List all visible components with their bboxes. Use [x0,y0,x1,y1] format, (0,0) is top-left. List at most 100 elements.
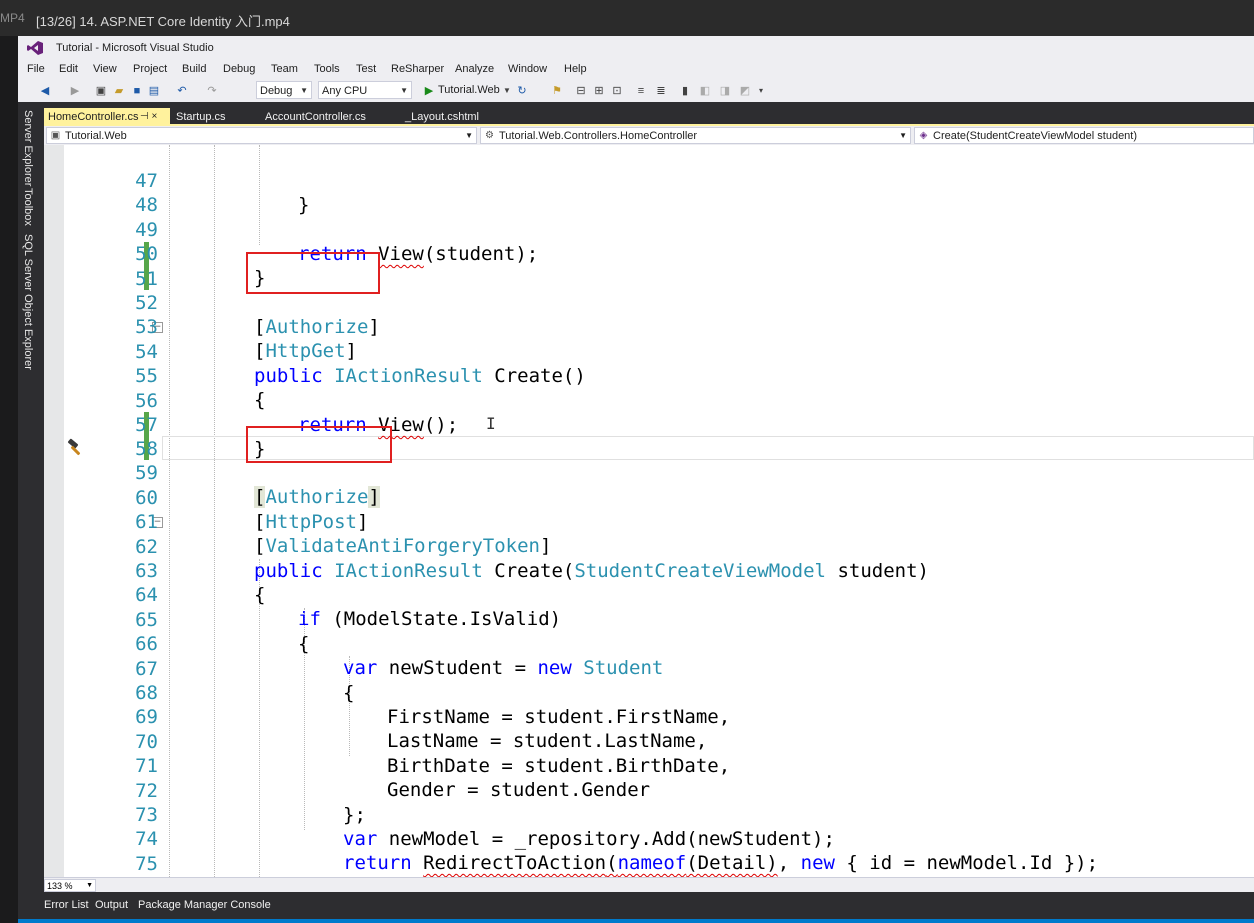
platform-select[interactable]: Any CPU ▼ [318,81,412,99]
csharp-project-icon: ▣ [50,130,61,141]
tab-label: AccountController.cs [265,111,366,123]
save-icon[interactable]: ■ [130,84,144,98]
code-line-57: 57 } [44,389,1254,460]
code-line-56: 56 return View(); [44,365,1254,436]
tab-error-list[interactable]: Error List [44,899,89,911]
project-value: Tutorial.Web [65,130,127,142]
zoom-value: 133 % [47,881,73,891]
menu-resharper[interactable]: ReSharper [391,63,444,75]
menu-tools[interactable]: Tools [314,63,340,75]
code-line-49: 49 return View(student); [44,194,1254,265]
method-icon: ◈ [919,130,928,141]
configuration-select[interactable]: Debug ▼ [256,81,312,99]
zoom-select[interactable]: 133 % ▼ [44,879,96,892]
glyph-margin [44,145,64,877]
quick-action-hammer-icon[interactable] [65,438,85,458]
sql-server-object-explorer-tab[interactable]: SQL Server Object Explorer [22,234,34,370]
tab-label: Startup.cs [176,111,226,123]
chevron-down-icon: ▼ [400,86,408,95]
code-line-60: 60 [HttpPost] [44,462,1254,533]
tab-output[interactable]: Output [95,899,128,911]
code-line-72: 72 }; [44,755,1254,826]
member-dropdown[interactable]: ◈ Create(StudentCreateViewModel student) [914,127,1254,144]
toolbar-overflow-icon[interactable]: ▾ [754,84,768,98]
code-line-47: 47 } [44,145,1254,216]
new-project-icon[interactable]: ▣ [94,84,108,98]
bookmark-clear-icon[interactable]: ◩ [738,84,752,98]
redo-icon[interactable]: ↷ [205,84,219,98]
chevron-down-icon[interactable]: ▼ [500,84,514,98]
toolbar-icon-1[interactable]: ⊟ [574,84,588,98]
save-all-icon[interactable]: ▤ [147,84,161,98]
configuration-value: Debug [260,85,293,97]
code-line-54: 54 public IActionResult Create() [44,316,1254,387]
menu-window[interactable]: Window [508,63,547,75]
toolbar-icon-3[interactable]: ⊡ [610,84,624,98]
menu-project[interactable]: Project [133,63,167,75]
menu-debug[interactable]: Debug [223,63,255,75]
navigate-forward-icon[interactable]: ▶ [68,84,82,98]
code-line-52: 52 [Authorize] [44,267,1254,338]
navigate-back-icon[interactable]: ◀ [38,84,52,98]
navigation-bar: ▣ Tutorial.Web ▼ ⚙ Tutorial.Web.Controll… [44,126,1254,146]
menu-view[interactable]: View [93,63,117,75]
code-line-55: 55 { [44,340,1254,411]
server-explorer-tab[interactable]: Server Explorer [22,110,34,186]
menu-file[interactable]: File [27,63,45,75]
code-line-65: 65 { [44,584,1254,655]
chevron-down-icon: ▼ [465,131,473,140]
window-title: Tutorial - Microsoft Visual Studio [56,42,214,54]
side-tool-strip: Server Explorer Toolbox SQL Server Objec… [18,102,44,892]
authorize-highlight-box [246,252,380,294]
code-line-76: 76 [44,852,1254,876]
project-dropdown[interactable]: ▣ Tutorial.Web ▼ [46,127,477,144]
code-editor[interactable]: − − 47 } 48 49 return View(student); 50 … [44,145,1254,877]
menu-bar: File Edit View Project Build Debug Team … [18,60,1254,80]
menu-analyze[interactable]: Analyze [455,63,494,75]
start-debugging-icon[interactable]: ▶ [422,84,436,98]
comment-lines-icon[interactable]: ≡ [634,84,648,98]
menu-team[interactable]: Team [271,63,298,75]
menu-test[interactable]: Test [356,63,376,75]
find-in-files-icon[interactable]: ⚑ [550,84,564,98]
code-line-58: 58 [44,413,1254,460]
code-line-64: 64 if (ModelState.IsValid) [44,559,1254,630]
member-value: Create(StudentCreateViewModel student) [933,130,1138,142]
code-line-51: 51 [44,243,1254,290]
type-value: Tutorial.Web.Controllers.HomeController [499,130,698,142]
code-line-50: 50 } [44,218,1254,289]
tab-package-manager-console[interactable]: Package Manager Console [138,899,271,911]
menu-build[interactable]: Build [182,63,206,75]
refresh-icon[interactable]: ↻ [515,84,529,98]
code-line-75: 75 } [44,828,1254,875]
video-title: [13/26] 14. ASP.NET Core Identity 入门.mp4 [36,14,290,29]
standard-toolbar: ◀ ▶ ▣ ▰ ■ ▤ ↶ ↷ Debug ▼ Any CPU ▼ ▶ Tuto… [18,80,1254,102]
open-file-icon[interactable]: ▰ [112,84,126,98]
start-target-label[interactable]: Tutorial.Web [438,84,500,96]
chevron-down-icon: ▼ [300,86,308,95]
tab-label: _Layout.cshtml [405,111,479,123]
player-title-bar: MP4 [13/26] 14. ASP.NET Core Identity 入门… [0,0,1254,36]
toolbox-tab[interactable]: Toolbox [22,188,34,226]
code-line-62: 62 public IActionResult Create(StudentCr… [44,511,1254,582]
platform-value: Any CPU [322,85,368,97]
format-badge: MP4 [0,11,25,25]
bookmark-next-icon[interactable]: ◨ [718,84,732,98]
menu-edit[interactable]: Edit [59,63,78,75]
code-line-48: 48 [44,169,1254,216]
bookmark-prev-icon[interactable]: ◧ [698,84,712,98]
code-line-74: 74 return RedirectToAction(nameof(Detail… [44,803,1254,874]
uncomment-lines-icon[interactable]: ≣ [654,84,668,98]
code-line-66: 66 var newStudent = new Student [44,608,1254,679]
chevron-down-icon: ▼ [86,882,93,889]
window-titlebar: Tutorial - Microsoft Visual Studio [18,36,1254,60]
bookmark-icon[interactable]: ▮ [678,84,692,98]
code-line-61: 61 [ValidateAntiForgeryToken] [44,486,1254,557]
menu-help[interactable]: Help [564,63,587,75]
code-line-59: 59 [Authorize] [44,437,1254,508]
chevron-down-icon: ▼ [899,131,907,140]
code-line-69: 69 LastName = student.LastName, [44,681,1254,752]
undo-icon[interactable]: ↶ [175,84,189,98]
type-dropdown[interactable]: ⚙ Tutorial.Web.Controllers.HomeControlle… [480,127,911,144]
toolbar-icon-2[interactable]: ⊞ [592,84,606,98]
